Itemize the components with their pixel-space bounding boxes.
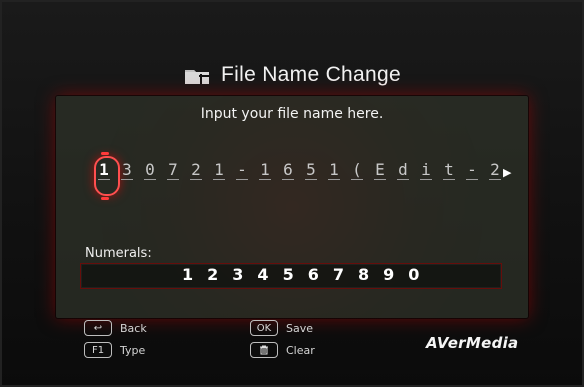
filename-char[interactable]: 1 [326,160,342,180]
dialog-title-bar: File Name Change [0,58,584,92]
numeral-key-2[interactable]: 2 [207,265,218,285]
filename-prompt: Input your file name here. [200,106,384,122]
save-control[interactable]: OK Save [250,320,313,336]
scroll-right-icon[interactable]: ▶ [503,166,511,179]
filename-char[interactable]: 3 [119,160,135,180]
numeral-key-6[interactable]: 6 [308,265,319,285]
numeral-key-4[interactable]: 4 [257,265,268,285]
trash-icon [260,345,268,355]
numeral-keys: 1 2 3 4 5 6 7 8 9 0 [182,265,442,285]
save-label: Save [286,321,314,335]
numeral-key-1[interactable]: 1 [182,265,193,285]
filename-char[interactable]: ( [349,160,365,180]
back-label: Back [120,321,147,335]
filename-char[interactable]: - [234,160,250,180]
filename-char[interactable]: 1 [257,160,273,180]
type-label: Type [120,343,146,357]
numeral-key-8[interactable]: 8 [358,265,369,285]
type-key[interactable]: F1 [84,342,112,358]
filename-char[interactable]: 1 [211,160,227,180]
filename-char[interactable]: 2 [487,160,503,180]
filename-char[interactable]: 6 [280,160,296,180]
clear-control[interactable]: Clear [250,342,315,358]
numeral-key-3[interactable]: 3 [232,265,243,285]
filename-char[interactable]: - [464,160,480,180]
numeral-key-5[interactable]: 5 [283,265,294,285]
back-key[interactable]: ↩ [84,320,112,336]
type-control[interactable]: F1 Type [84,342,145,358]
filename-char[interactable]: 2 [188,160,204,180]
dialog-title: File Name Change [221,63,401,86]
numerals-label: Numerals: [85,246,152,261]
numeral-key-9[interactable]: 9 [383,265,394,285]
folder-rename-icon [185,70,210,84]
filename-char[interactable]: E [372,160,388,180]
filename-char[interactable]: i [418,160,434,180]
ok-key[interactable]: OK [250,320,278,336]
clear-label: Clear [286,343,315,357]
filename-char[interactable]: 0 [142,160,158,180]
filename-input[interactable]: 1 3 0 7 2 1 - 1 6 5 1 ( E d i t - 2 [96,160,516,188]
filename-char[interactable]: 5 [303,160,319,180]
numeral-key-7[interactable]: 7 [333,265,344,285]
clear-key[interactable] [250,342,278,358]
brand-logo: AVerMedia [426,334,519,352]
filename-char[interactable]: t [441,160,457,180]
numeral-key-0[interactable]: 0 [408,265,419,285]
back-control[interactable]: ↩ Back [84,320,147,336]
filename-char[interactable]: 7 [165,160,181,180]
filename-char[interactable]: d [395,160,411,180]
filename-char[interactable]: 1 [96,160,112,180]
